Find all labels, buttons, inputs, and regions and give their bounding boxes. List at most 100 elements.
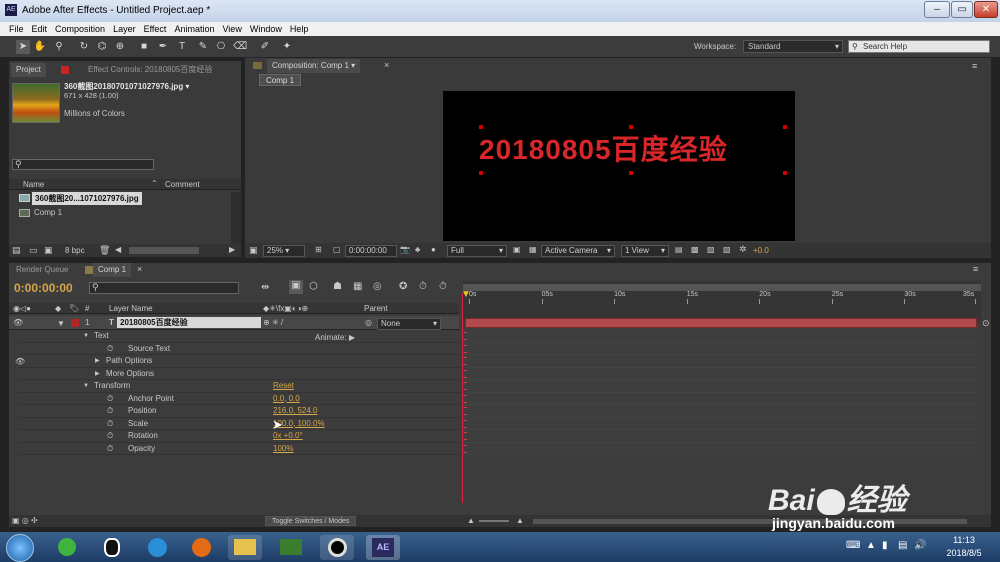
new-folder-icon[interactable]: ▭	[29, 245, 38, 256]
tab-project[interactable]: Project	[11, 63, 46, 77]
clone-stamp-tool-icon[interactable]: ⎔	[214, 40, 228, 54]
minimize-button[interactable]: –	[924, 1, 950, 18]
timeline-scrollbar[interactable]	[533, 519, 967, 524]
property-row[interactable]: ⏱ Opacity 100%	[19, 443, 465, 456]
taskbar-firefox-icon[interactable]	[184, 535, 218, 560]
toggle-switches-icon[interactable]: ▣ ◎ ✣	[12, 516, 38, 525]
toggle-switches-modes-button[interactable]: Toggle Switches / Modes	[265, 516, 357, 526]
new-comp-icon[interactable]: ▣	[44, 245, 53, 256]
transparency-grid-icon[interactable]: ▦	[529, 245, 537, 254]
panel-menu-icon[interactable]: ≡	[973, 264, 978, 274]
bounding-handle[interactable]	[629, 125, 633, 129]
menu-animation[interactable]: Animation	[170, 22, 218, 36]
taskbar-recorder-icon[interactable]	[320, 535, 354, 560]
menu-layer[interactable]: Layer	[109, 22, 140, 36]
horizontal-scrollbar[interactable]	[129, 247, 199, 254]
column-name[interactable]: Name	[23, 180, 44, 189]
brainstorm-icon[interactable]: ✪	[399, 281, 407, 292]
start-button[interactable]	[6, 534, 34, 562]
track-row[interactable]	[463, 330, 977, 343]
property-row[interactable]: ⏱ Source Text	[19, 343, 465, 355]
roto-brush-tool-icon[interactable]: ✐	[258, 40, 272, 54]
menu-window[interactable]: Window	[246, 22, 286, 36]
twirl-down-icon[interactable]: ▼	[83, 330, 89, 343]
color-channel-icon[interactable]: ●	[431, 245, 436, 254]
visibility-eye-icon[interactable]: 👁	[13, 318, 23, 327]
list-item[interactable]: Comp 1	[9, 207, 229, 219]
taskbar-qq-icon[interactable]	[95, 535, 129, 560]
column-comment[interactable]: Comment	[165, 180, 200, 189]
keyboard-icon[interactable]: ⌨	[846, 540, 860, 551]
twirl-down-icon[interactable]: ▼	[83, 380, 89, 393]
taskbar-app-360-icon[interactable]	[50, 535, 84, 560]
timeline-icon[interactable]: ▨	[707, 245, 715, 254]
keyframe-marker[interactable]	[464, 432, 467, 440]
visibility-eye-icon[interactable]: 👁	[15, 357, 25, 366]
menu-composition[interactable]: Composition	[51, 22, 109, 36]
motion-blur-icon[interactable]: ◎	[373, 281, 382, 292]
property-row[interactable]: ▼ Transform Reset	[19, 380, 465, 393]
clock[interactable]: 11:13 2018/8/5	[944, 535, 984, 558]
breadcrumb[interactable]: Comp 1	[259, 74, 302, 86]
property-row[interactable]: ▶ More Options	[19, 368, 465, 380]
column-parent[interactable]: Parent	[364, 304, 388, 313]
comp-mini-flowchart-icon[interactable]: ⇹	[261, 282, 269, 293]
tray-arrow-icon[interactable]: ▲	[866, 540, 876, 551]
view-layout-dropdown[interactable]: 1 View ▾	[621, 245, 669, 257]
project-search-input[interactable]: ⚲	[12, 159, 154, 170]
stopwatch-icon[interactable]: ⏱	[107, 443, 113, 456]
snapshot-icon[interactable]: 📷	[400, 245, 410, 254]
track-row[interactable]	[463, 367, 977, 380]
av-features-icon[interactable]: ◉◁●	[13, 304, 31, 313]
comp-timecode[interactable]: 0:00:00:00	[345, 245, 397, 257]
keyframe-marker[interactable]	[464, 357, 467, 365]
scroll-left-icon[interactable]: ◀	[115, 245, 121, 254]
track-row[interactable]	[463, 442, 977, 455]
parent-dropdown[interactable]: None ▾	[377, 318, 441, 330]
taskbar-explorer-icon[interactable]	[228, 535, 262, 560]
maximize-button[interactable]: ▭	[951, 1, 973, 18]
tab-comp[interactable]: Comp 1	[93, 263, 132, 277]
brush-tool-icon[interactable]: ✎	[196, 40, 210, 54]
camera-tool-icon[interactable]: ⌬	[95, 40, 109, 54]
keyframe-marker[interactable]	[464, 419, 467, 428]
tab-effect-controls[interactable]: Effect Controls: 20180805百度经验	[83, 63, 235, 77]
comp-button-icon[interactable]: ⊙	[982, 318, 990, 329]
resolution-dropdown[interactable]: Full ▾	[447, 245, 507, 257]
shy-layers-icon[interactable]: ☗	[333, 281, 342, 292]
fast-previews-icon[interactable]: ▩	[691, 245, 699, 254]
bounding-handle[interactable]	[479, 125, 483, 129]
lock-column-icon[interactable]: 🏷	[69, 304, 79, 313]
track-row[interactable]	[463, 380, 977, 393]
workspace-dropdown[interactable]: Standard ▾	[743, 40, 843, 53]
label-color-swatch[interactable]	[71, 319, 79, 327]
puppet-tool-icon[interactable]: ✦	[280, 40, 294, 54]
bounding-handle[interactable]	[783, 171, 787, 175]
grid-icon[interactable]: ⊞	[315, 245, 322, 254]
track-row[interactable]	[463, 417, 977, 430]
exposure-icon[interactable]: ✲	[739, 244, 747, 255]
volume-icon[interactable]: 🔊	[914, 540, 926, 551]
frame-blending-icon[interactable]: ▦	[353, 281, 362, 292]
trash-icon[interactable]: 🗑	[99, 245, 110, 256]
twirl-right-icon[interactable]: ▶	[95, 355, 100, 368]
layer-name[interactable]: 20180805百度经验	[117, 317, 261, 328]
network-icon[interactable]: ▤	[898, 540, 907, 551]
flowchart-icon[interactable]: ▧	[723, 245, 731, 254]
show-snapshot-icon[interactable]: ♣	[415, 245, 420, 254]
zoom-in-icon[interactable]: ▲	[516, 516, 524, 525]
property-row[interactable]: ▼ Text	[19, 330, 465, 343]
camera-dropdown[interactable]: Active Camera ▾	[541, 245, 615, 257]
zoom-dropdown[interactable]: 25% ▾	[263, 245, 305, 257]
track-row[interactable]	[463, 405, 977, 418]
auto-keyframe-icon[interactable]: ⏱	[419, 281, 427, 292]
hand-tool-icon[interactable]: ✋	[33, 40, 47, 54]
close-tab-icon[interactable]: ×	[137, 264, 142, 274]
property-value[interactable]: 0.0, 0.0	[273, 393, 300, 406]
panel-menu-icon[interactable]: ≡	[972, 61, 977, 71]
work-area-bar[interactable]	[463, 284, 981, 291]
composition-canvas[interactable]: 20180805百度经验	[443, 91, 795, 241]
region-of-interest-icon[interactable]: ▣	[513, 245, 521, 254]
layer-switches-icon[interactable]: ⊕ ✳ /	[263, 318, 283, 327]
menu-file[interactable]: File	[0, 22, 28, 36]
